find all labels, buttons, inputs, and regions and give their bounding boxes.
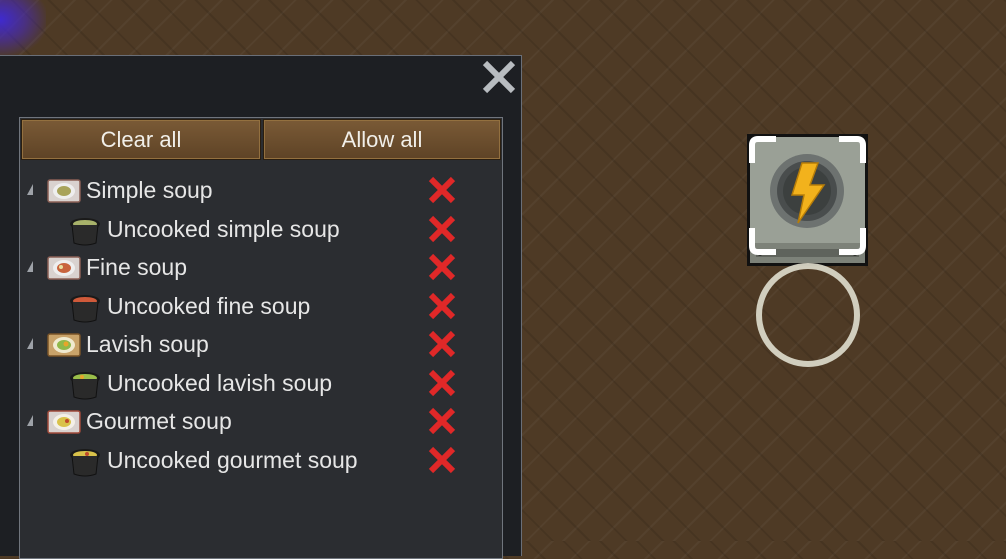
- battery-lightning-icon: [747, 134, 868, 266]
- item-label: Uncooked simple soup: [107, 216, 340, 242]
- tree-category-lavish-soup[interactable]: Lavish soup: [20, 325, 500, 363]
- item-label: Uncooked gourmet soup: [107, 447, 358, 473]
- category-label: Fine soup: [86, 254, 188, 280]
- tree-item-uncooked-lavish-soup[interactable]: Uncooked lavish soup: [20, 364, 500, 402]
- tree-item-uncooked-simple-soup[interactable]: Uncooked simple soup: [20, 210, 500, 248]
- red-x-icon[interactable]: [426, 290, 458, 322]
- category-label: Lavish soup: [86, 331, 209, 357]
- allow-all-button[interactable]: Allow all: [263, 119, 501, 160]
- close-button[interactable]: [480, 58, 518, 96]
- pot-icon: [70, 372, 100, 400]
- collapse-arrow-icon[interactable]: [27, 184, 33, 195]
- tree-item-uncooked-gourmet-soup[interactable]: Uncooked gourmet soup: [20, 441, 500, 479]
- clear-all-button[interactable]: Clear all: [21, 119, 261, 160]
- red-x-icon[interactable]: [426, 174, 458, 206]
- tree-item-uncooked-fine-soup[interactable]: Uncooked fine soup: [20, 287, 500, 325]
- tree-category-fine-soup[interactable]: Fine soup: [20, 248, 500, 286]
- collapse-arrow-icon[interactable]: [27, 338, 33, 349]
- pot-icon: [70, 218, 100, 246]
- tree-category-simple-soup[interactable]: Simple soup: [20, 171, 500, 209]
- item-label: Uncooked fine soup: [107, 293, 311, 319]
- category-label: Gourmet soup: [86, 408, 232, 434]
- red-x-icon[interactable]: [426, 367, 458, 399]
- red-x-icon[interactable]: [426, 328, 458, 360]
- category-label: Simple soup: [86, 177, 213, 203]
- lavish-soup-plate-icon: [47, 333, 81, 357]
- pot-icon: [70, 449, 100, 477]
- red-x-icon[interactable]: [426, 213, 458, 245]
- simple-soup-plate-icon: [47, 179, 81, 203]
- selection-ring: [756, 263, 860, 367]
- collapse-arrow-icon[interactable]: [27, 261, 33, 272]
- fine-soup-plate-icon: [47, 256, 81, 280]
- collapse-arrow-icon[interactable]: [27, 415, 33, 426]
- red-x-icon[interactable]: [426, 444, 458, 476]
- item-label: Uncooked lavish soup: [107, 370, 333, 396]
- gourmet-soup-plate-icon: [47, 410, 81, 434]
- tree-category-gourmet-soup[interactable]: Gourmet soup: [20, 402, 500, 440]
- red-x-icon[interactable]: [426, 251, 458, 283]
- close-x-icon: [482, 60, 516, 94]
- red-x-icon[interactable]: [426, 405, 458, 437]
- pot-icon: [70, 295, 100, 323]
- battery-building[interactable]: [746, 133, 869, 267]
- corner-glow: [0, 0, 46, 56]
